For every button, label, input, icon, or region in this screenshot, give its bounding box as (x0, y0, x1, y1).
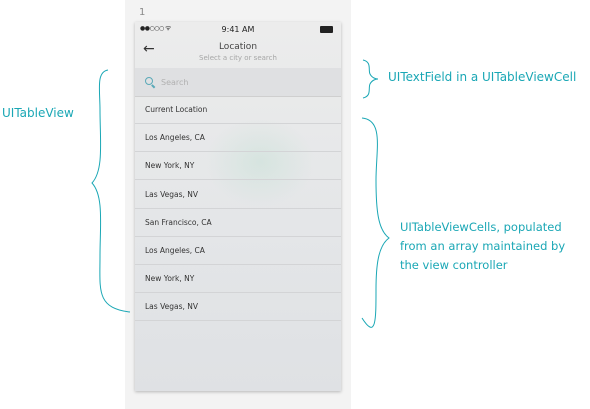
brace-cells (361, 117, 390, 328)
brace-tableview (91, 69, 131, 313)
brace-textfield (362, 59, 379, 99)
annotation-braces (91, 59, 390, 328)
